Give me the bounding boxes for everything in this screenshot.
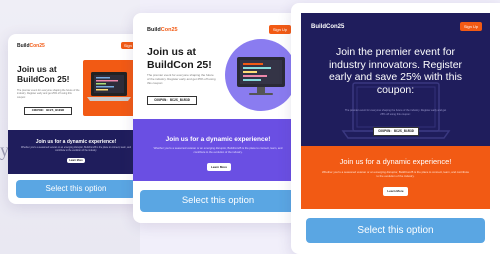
brand-logo: BuildCon25 (147, 27, 178, 33)
banner-title: Join us for a dynamic experience! (165, 136, 271, 143)
body-text: The premier event for everyone shaping t… (344, 109, 447, 116)
template-card-small[interactable]: BuildCon25 Sign Up Join us at BuildCon 2… (8, 34, 144, 204)
select-option-button[interactable]: Select this option (16, 180, 136, 198)
banner-text: Whether you're a seasoned veteran or an … (153, 147, 283, 154)
select-option-button[interactable]: Select this option (140, 190, 296, 212)
headline: Join us at BuildCon 25! (147, 46, 212, 71)
promo-banner: Join us for a dynamic experience! Whethe… (8, 130, 144, 174)
banner-text: Whether you're a seasoned veteran or an … (322, 170, 469, 178)
promo-banner: Join us for a dynamic experience! Whethe… (301, 146, 490, 209)
monitor-icon (237, 57, 285, 95)
headline: Join us at BuildCon 25! (17, 64, 70, 84)
signup-button[interactable]: Sign Up (269, 25, 291, 34)
laptop-illustration (83, 60, 135, 116)
template-card-medium[interactable]: BuildCon25 Sign Up Join us at BuildCon 2… (133, 13, 303, 223)
signup-button[interactable]: Sign Up (460, 22, 482, 31)
laptop-icon (87, 72, 131, 101)
coupon-code: COUPON: BC25_B1R3D (24, 107, 72, 115)
body-text: The premier event for everyone shaping t… (147, 73, 216, 86)
banner-title: Join us for a dynamic experience! (35, 139, 117, 145)
learn-more-button[interactable]: Learn More (67, 158, 85, 163)
learn-more-button[interactable]: Learn More (383, 187, 408, 196)
template-card-large[interactable]: BuildCon25 Sign Up Join the premier even… (291, 3, 500, 254)
body-text: The premier event for everyone shaping t… (17, 89, 80, 99)
banner-text: Whether you're a seasoned veteran or an … (21, 147, 131, 153)
coupon-code: COUPON: BC25_B1R3D (147, 96, 197, 105)
brand-logo: BuildCon25 (311, 24, 345, 30)
banner-title: Join us for a dynamic experience! (339, 157, 452, 166)
monitor-illustration (225, 39, 297, 111)
hero-section: BuildCon25 Sign Up Join the premier even… (301, 13, 490, 146)
learn-more-button[interactable]: Learn More (207, 163, 231, 171)
promo-banner: Join us for a dynamic experience! Whethe… (133, 119, 303, 181)
select-option-button[interactable]: Select this option (306, 218, 485, 243)
headline: Join the premier event for industry inno… (328, 46, 463, 96)
brand-logo: BuildCon25 (17, 43, 45, 49)
coupon-code: COUPON: BC25_B1R3D (373, 127, 419, 136)
